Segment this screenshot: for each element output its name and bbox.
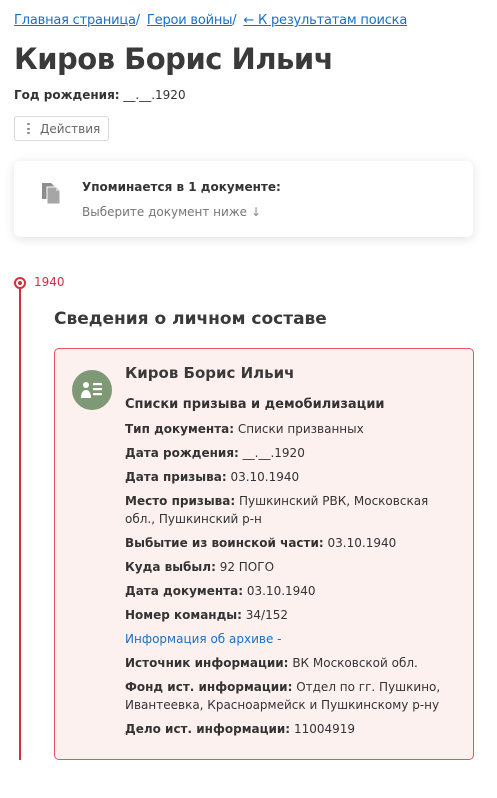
more-vertical-icon [27, 123, 30, 134]
field-label: Дата рождения: [125, 446, 239, 460]
field-row: Источник информации: ВК Московской обл. [125, 654, 460, 672]
breadcrumb-separator: / [135, 13, 140, 28]
field-label: Выбытие из воинской части: [125, 536, 324, 550]
field-value: ВК Московской обл. [292, 656, 418, 670]
birth-year: Год рождения: __.__.1920 [14, 88, 186, 102]
field-label: Фонд ист. информации: [125, 680, 293, 694]
field-label: Дата призыва: [125, 470, 227, 484]
actions-button[interactable]: Действия [14, 116, 109, 141]
field-value: 03.10.1940 [230, 470, 300, 484]
mentions-hint: Выберите документ ниже ↓ [82, 205, 261, 219]
field-value: 03.10.1940 [246, 584, 316, 598]
field-row: Дата призыва: 03.10.1940 [125, 468, 460, 486]
field-label: Источник информации: [125, 656, 289, 670]
field-value: 11004919 [293, 722, 356, 736]
field-label: Дата документа: [125, 584, 244, 598]
birth-year-value: __.__.1920 [123, 88, 186, 102]
field-label: Куда выбыл: [125, 560, 216, 574]
field-row: Куда выбыл: 92 ПОГО [125, 558, 460, 576]
field-row: Выбытие из воинской части: 03.10.1940 [125, 534, 460, 552]
field-row: Фонд ист. информации: Отдел по гг. Пушки… [125, 678, 460, 714]
field-row: Дата документа: 03.10.1940 [125, 582, 460, 600]
breadcrumb-home-link[interactable]: Главная страница [14, 13, 136, 28]
field-label: Номер команды: [125, 608, 242, 622]
actions-button-label: Действия [40, 121, 101, 136]
breadcrumb-separator: / [232, 13, 237, 28]
mentions-count: Упоминается в 1 документе: [82, 180, 281, 194]
arrow-down-icon: ↓ [251, 205, 262, 219]
breadcrumb-heroes-link[interactable]: Герои войны [147, 13, 233, 28]
card-person-name: Киров Борис Ильич [125, 364, 295, 382]
person-list-icon [72, 370, 112, 410]
card-fields: Тип документа: Списки призванных Дата ро… [125, 420, 460, 744]
section-title: Сведения о личном составе [54, 309, 327, 329]
field-row: Место призыва: Пушкинский РВК, Московска… [125, 492, 460, 528]
field-row: Тип документа: Списки призванных [125, 420, 460, 438]
field-row: Дело ист. информации: 11004919 [125, 720, 460, 738]
mentions-panel: Упоминается в 1 документе: Выберите доку… [14, 161, 473, 237]
breadcrumb: Главная страница/ Герои войны/ ← К резул… [14, 13, 407, 28]
timeline-year: 1940 [34, 275, 65, 289]
mentions-hint-text: Выберите документ ниже [82, 205, 248, 219]
timeline-dot-icon [14, 277, 26, 289]
back-to-results-link[interactable]: ← К результатам поиска [243, 13, 407, 28]
field-value: __.__.1920 [242, 446, 305, 460]
field-value: 03.10.1940 [327, 536, 397, 550]
document-icon [42, 183, 61, 205]
field-row: Дата рождения: __.__.1920 [125, 444, 460, 462]
document-card[interactable]: Киров Борис Ильич Списки призыва и демоб… [54, 348, 474, 760]
field-value: Списки призванных [237, 422, 364, 436]
card-document-type: Списки призыва и демобилизации [125, 397, 385, 412]
page-title: Киров Борис Ильич [14, 42, 334, 76]
field-value: 92 ПОГО [219, 560, 275, 574]
archive-info-link[interactable]: Информация об архиве - [125, 630, 460, 648]
field-label: Место призыва: [125, 494, 236, 508]
field-label: Тип документа: [125, 422, 235, 436]
field-label: Дело ист. информации: [125, 722, 291, 736]
field-value: 34/152 [245, 608, 288, 622]
birth-year-label: Год рождения: [14, 88, 120, 102]
timeline-line [19, 287, 21, 760]
field-row: Номер команды: 34/152 [125, 606, 460, 624]
